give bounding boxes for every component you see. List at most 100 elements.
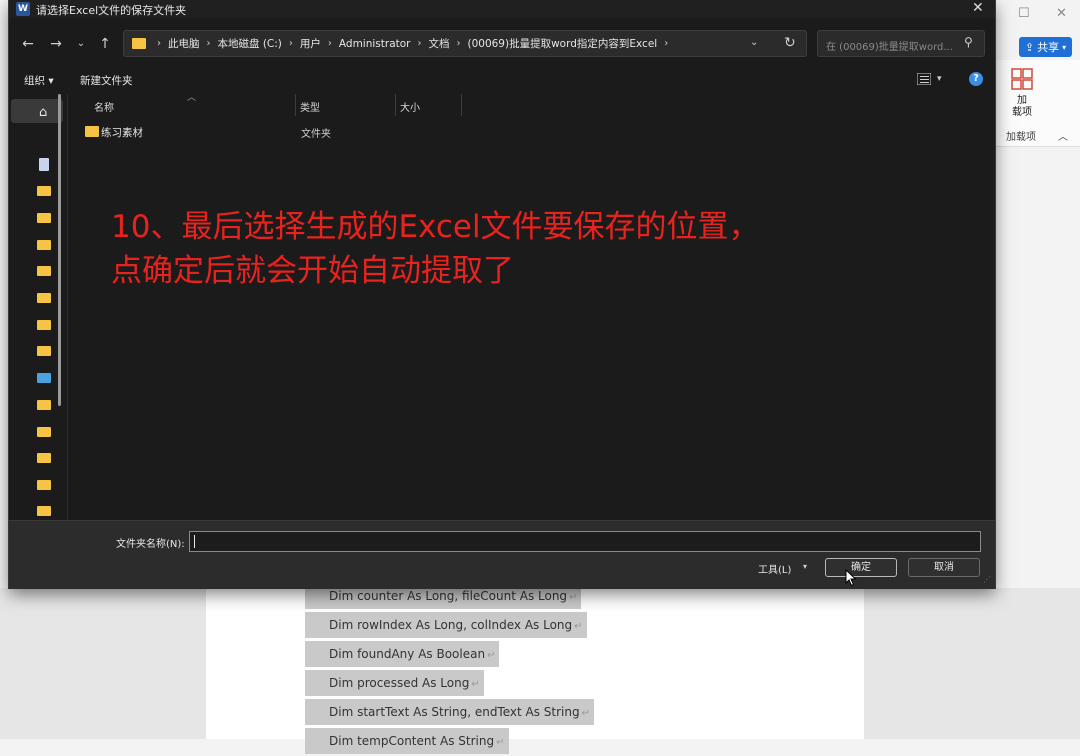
- chevron-down-icon[interactable]: ▾: [803, 562, 807, 571]
- code-line[interactable]: Dim startText As String, endText As Stri…: [305, 699, 594, 725]
- breadcrumb-separator-icon[interactable]: ›: [157, 38, 161, 49]
- code-line-text: Dim tempContent As String: [329, 734, 495, 748]
- code-line[interactable]: Dim tempContent As String ↵: [305, 728, 509, 754]
- tutorial-annotation: 10、最后选择生成的Excel文件要保存的位置， 点确定后就会开始自动提取了: [111, 205, 831, 293]
- list-item[interactable]: 练习素材 文件夹: [77, 122, 477, 142]
- code-line[interactable]: Dim rowIndex As Long, colIndex As Long ↵: [305, 612, 587, 638]
- column-size[interactable]: 大小: [400, 99, 420, 114]
- share-icon: ⇪: [1024, 40, 1035, 54]
- help-icon[interactable]: ?: [969, 72, 983, 86]
- folder-icon[interactable]: [37, 480, 51, 490]
- breadcrumb-item[interactable]: 用户: [300, 36, 321, 51]
- breadcrumb-separator-icon[interactable]: ›: [328, 38, 332, 49]
- breadcrumb-item[interactable]: 此电脑: [168, 36, 200, 51]
- code-line[interactable]: Dim processed As Long ↵: [305, 670, 484, 696]
- refresh-icon[interactable]: ↻: [784, 35, 796, 51]
- chevron-down-icon[interactable]: ▾: [937, 74, 942, 84]
- folder-icon[interactable]: [37, 453, 51, 463]
- code-line-text: Dim processed As Long: [329, 676, 470, 690]
- address-bar[interactable]: › 此电脑 › 本地磁盘 (C:) › 用户 › Administrator › 文档 › (0006…: [123, 30, 807, 57]
- chevron-down-icon[interactable]: ⌄: [750, 37, 758, 48]
- search-input[interactable]: 在 (00069)批量提取word... ⚲: [817, 30, 985, 57]
- search-icon: ⚲: [964, 35, 973, 49]
- folder-icon[interactable]: [37, 346, 51, 356]
- document-icon[interactable]: [39, 158, 49, 171]
- breadcrumb-item[interactable]: (00069)批量提取word指定内容到Excel: [467, 36, 657, 51]
- breadcrumb-separator-icon[interactable]: ›: [417, 38, 421, 49]
- navigation-pane: ⌂: [9, 94, 68, 520]
- column-divider[interactable]: [295, 94, 296, 116]
- code-line[interactable]: Dim foundAny As Boolean ↵: [305, 641, 500, 667]
- collapse-ribbon-icon[interactable]: ︿: [1058, 128, 1068, 143]
- resize-grip-icon[interactable]: ⋰: [983, 575, 991, 584]
- home-icon: ⌂: [39, 105, 48, 120]
- new-folder-button[interactable]: 新建文件夹: [80, 73, 133, 88]
- paragraph-mark-icon: ↵: [569, 592, 578, 603]
- file-name: 练习素材: [101, 127, 143, 139]
- code-line-text: Dim startText As String, endText As Stri…: [329, 705, 580, 719]
- folder-icon: [85, 126, 99, 137]
- folder-icon[interactable]: [37, 400, 51, 410]
- view-options-icon[interactable]: [917, 73, 931, 85]
- breadcrumb-item[interactable]: 本地磁盘 (C:): [218, 36, 282, 51]
- folder-name-input[interactable]: [189, 531, 981, 552]
- ok-button[interactable]: 确定: [825, 558, 897, 577]
- forward-arrow-icon[interactable]: →: [47, 35, 65, 53]
- share-button[interactable]: ⇪ 共享 ▾: [1019, 37, 1072, 57]
- drive-icon[interactable]: [37, 373, 51, 383]
- code-line-text: Dim rowIndex As Long, colIndex As Long: [329, 618, 573, 632]
- folder-icon[interactable]: [37, 266, 51, 276]
- breadcrumb-separator-icon[interactable]: ›: [664, 38, 668, 49]
- column-type[interactable]: 类型: [300, 99, 320, 114]
- column-header: ︿ 名称 类型 大小: [69, 93, 995, 120]
- nav-scrollbar[interactable]: [58, 94, 61, 406]
- column-name[interactable]: 名称: [94, 99, 114, 114]
- close-icon[interactable]: ✕: [1056, 6, 1067, 21]
- folder-icon[interactable]: [37, 320, 51, 330]
- folder-icon[interactable]: [37, 506, 51, 516]
- paragraph-mark-icon: ↵: [487, 650, 496, 661]
- mouse-cursor-icon: [845, 569, 857, 587]
- breadcrumb: › 此电脑 › 本地磁盘 (C:) › 用户 › Administrator › 文档 › (0006…: [150, 31, 675, 56]
- maximize-icon[interactable]: ☐: [1018, 6, 1030, 21]
- folder-icon[interactable]: [37, 293, 51, 303]
- paragraph-mark-icon: ↵: [581, 708, 590, 719]
- folder-icon[interactable]: [37, 213, 51, 223]
- tools-menu[interactable]: 工具(L): [758, 561, 791, 576]
- breadcrumb-separator-icon[interactable]: ›: [207, 38, 211, 49]
- folder-icon[interactable]: [37, 186, 51, 196]
- search-placeholder: 在 (00069)批量提取word...: [826, 42, 953, 53]
- breadcrumb-separator-icon[interactable]: ›: [456, 38, 460, 49]
- breadcrumb-item[interactable]: 文档: [428, 36, 449, 51]
- addins-button-label[interactable]: 加载项: [1008, 95, 1036, 119]
- cancel-button[interactable]: 取消: [908, 558, 980, 577]
- breadcrumb-separator-icon[interactable]: ›: [289, 38, 293, 49]
- sort-ascending-icon: ︿: [187, 93, 197, 103]
- folder-name-label: 文件夹名称(N):: [116, 539, 185, 550]
- organize-menu[interactable]: 组织 ▾: [24, 73, 54, 88]
- breadcrumb-item[interactable]: Administrator: [339, 38, 411, 50]
- annotation-line-1: 10、最后选择生成的Excel文件要保存的位置，: [111, 209, 760, 245]
- nav-item-home[interactable]: ⌂: [11, 99, 63, 123]
- dialog-title: 请选择Excel文件的保存文件夹: [36, 4, 187, 17]
- word-app-icon: W: [16, 2, 30, 16]
- folder-icon[interactable]: [37, 427, 51, 437]
- paragraph-mark-icon: ↵: [471, 679, 480, 690]
- column-divider[interactable]: [461, 94, 462, 116]
- folder-icon: [132, 38, 146, 49]
- annotation-line-2: 点确定后就会开始自动提取了: [111, 253, 514, 289]
- addins-icon[interactable]: [1011, 68, 1033, 90]
- close-icon[interactable]: ✕: [972, 0, 984, 16]
- up-arrow-icon[interactable]: ↑: [96, 35, 114, 53]
- recent-locations-chevron-icon[interactable]: ⌄: [72, 35, 90, 53]
- dialog-titlebar[interactable]: W 请选择Excel文件的保存文件夹 ✕: [9, 0, 995, 18]
- folder-picker-dialog: W 请选择Excel文件的保存文件夹 ✕ ← → ⌄ ↑ › 此电脑 › 本地磁盘 (…: [9, 0, 995, 589]
- back-arrow-icon[interactable]: ←: [19, 35, 37, 53]
- paragraph-mark-icon: ↵: [574, 621, 583, 632]
- text-caret: [194, 535, 195, 548]
- code-line-text: Dim counter As Long, fileCount As Long: [329, 589, 568, 603]
- column-divider[interactable]: [395, 94, 396, 116]
- dialog-toolbar: 组织 ▾ 新建文件夹 ▾ ?: [9, 64, 995, 94]
- chevron-down-icon: ▾: [1062, 42, 1067, 52]
- folder-icon[interactable]: [37, 240, 51, 250]
